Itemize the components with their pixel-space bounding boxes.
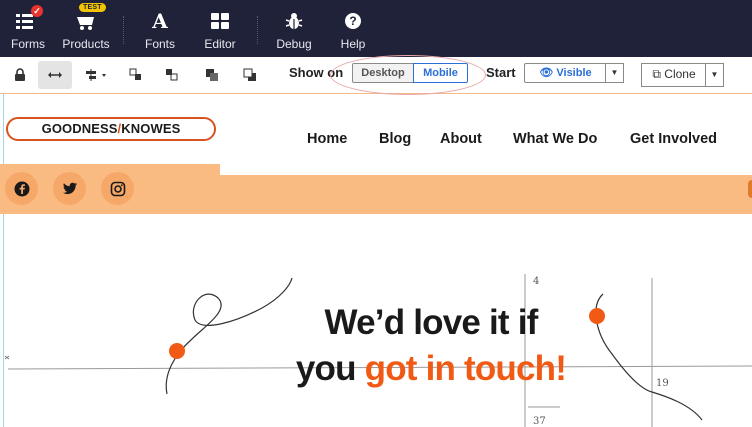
- forms-icon: ✓: [15, 5, 43, 34]
- desktop-toggle[interactable]: Desktop: [352, 63, 414, 83]
- nav-blog[interactable]: Blog: [379, 131, 411, 147]
- error-badge-icon: ✓: [31, 5, 43, 17]
- forms-label: Forms: [11, 37, 45, 51]
- nav-about[interactable]: About: [440, 131, 482, 147]
- mobile-toggle[interactable]: Mobile: [413, 63, 468, 83]
- align-dropdown-icon[interactable]: [80, 64, 114, 86]
- nav-get-involved[interactable]: Get Involved: [630, 131, 717, 147]
- fonts-label: Fonts: [144, 37, 175, 51]
- help-icon: ?: [345, 8, 361, 34]
- sketch-dot-left: [169, 343, 185, 359]
- fonts-glyph: A: [152, 9, 168, 33]
- facebook-icon[interactable]: [5, 172, 38, 205]
- nav-home[interactable]: Home: [307, 131, 347, 147]
- forms-tool[interactable]: ✓ Forms: [8, 0, 48, 57]
- editor-grid-icon: [210, 8, 230, 34]
- fonts-tool[interactable]: A Fonts: [142, 0, 178, 57]
- eye-icon: 👁: [539, 67, 554, 79]
- hero-headline: We’d love it if you got in touch!: [250, 300, 612, 392]
- headline-plain: you: [295, 349, 365, 388]
- move-down-icon[interactable]: [158, 64, 186, 86]
- clone-button[interactable]: ⧉ Clone: [641, 63, 706, 87]
- twitter-icon[interactable]: [53, 172, 86, 205]
- products-tool[interactable]: TEST Products: [62, 0, 110, 57]
- help-label: Help: [340, 37, 366, 51]
- visible-button[interactable]: 👁 Visible: [524, 63, 606, 83]
- chevron-down-icon: ▼: [610, 68, 619, 77]
- clone-icon: ⧉: [652, 67, 661, 81]
- editor-label: Editor: [204, 37, 236, 51]
- debug-tool[interactable]: Debug: [275, 0, 313, 57]
- products-icon: TEST: [73, 3, 106, 34]
- chevron-down-icon: ▼: [710, 70, 719, 79]
- move-up-icon[interactable]: [122, 64, 150, 86]
- sketch-number: 19: [656, 378, 669, 389]
- stretch-width-icon[interactable]: [38, 61, 72, 89]
- editor-tool[interactable]: Editor: [202, 0, 238, 57]
- site-logo[interactable]: GOODNESS/KNOWES: [6, 117, 216, 141]
- clone-label: Clone: [664, 67, 696, 81]
- send-back-icon[interactable]: [236, 64, 264, 86]
- logo-text-right: KNOWES: [121, 121, 181, 136]
- lock-icon[interactable]: [6, 64, 34, 86]
- visible-dropdown-toggle[interactable]: ▼: [605, 63, 624, 83]
- top-app-bar: ✓ Forms TEST Products A Fonts Editor Deb…: [0, 0, 752, 57]
- products-label: Products: [62, 37, 110, 51]
- visible-label: Visible: [556, 67, 592, 79]
- show-on-label: Show on: [289, 65, 344, 80]
- edge-handle: [748, 180, 752, 198]
- sketch-number: 37: [533, 416, 546, 427]
- test-badge: TEST: [79, 3, 106, 12]
- divider: [123, 16, 124, 44]
- help-glyph: ?: [345, 13, 361, 29]
- logo-text-left: GOODNESS: [41, 121, 118, 136]
- clone-dropdown-toggle[interactable]: ▼: [705, 63, 724, 87]
- help-tool[interactable]: ? Help: [336, 0, 370, 57]
- headline-line-1: We’d love it if: [324, 303, 539, 342]
- bring-front-icon[interactable]: [198, 64, 226, 86]
- bug-icon: [284, 8, 304, 34]
- headline-accent: got in touch!: [364, 349, 567, 388]
- nav-what-we-do[interactable]: What We Do: [513, 131, 597, 147]
- start-label: Start: [486, 65, 516, 80]
- fonts-icon: A: [152, 8, 168, 34]
- divider: [257, 16, 258, 44]
- instagram-icon[interactable]: [101, 172, 134, 205]
- sketch-number: 4: [533, 276, 539, 287]
- debug-label: Debug: [276, 37, 312, 51]
- headline-line-2: you got in touch!: [250, 346, 612, 392]
